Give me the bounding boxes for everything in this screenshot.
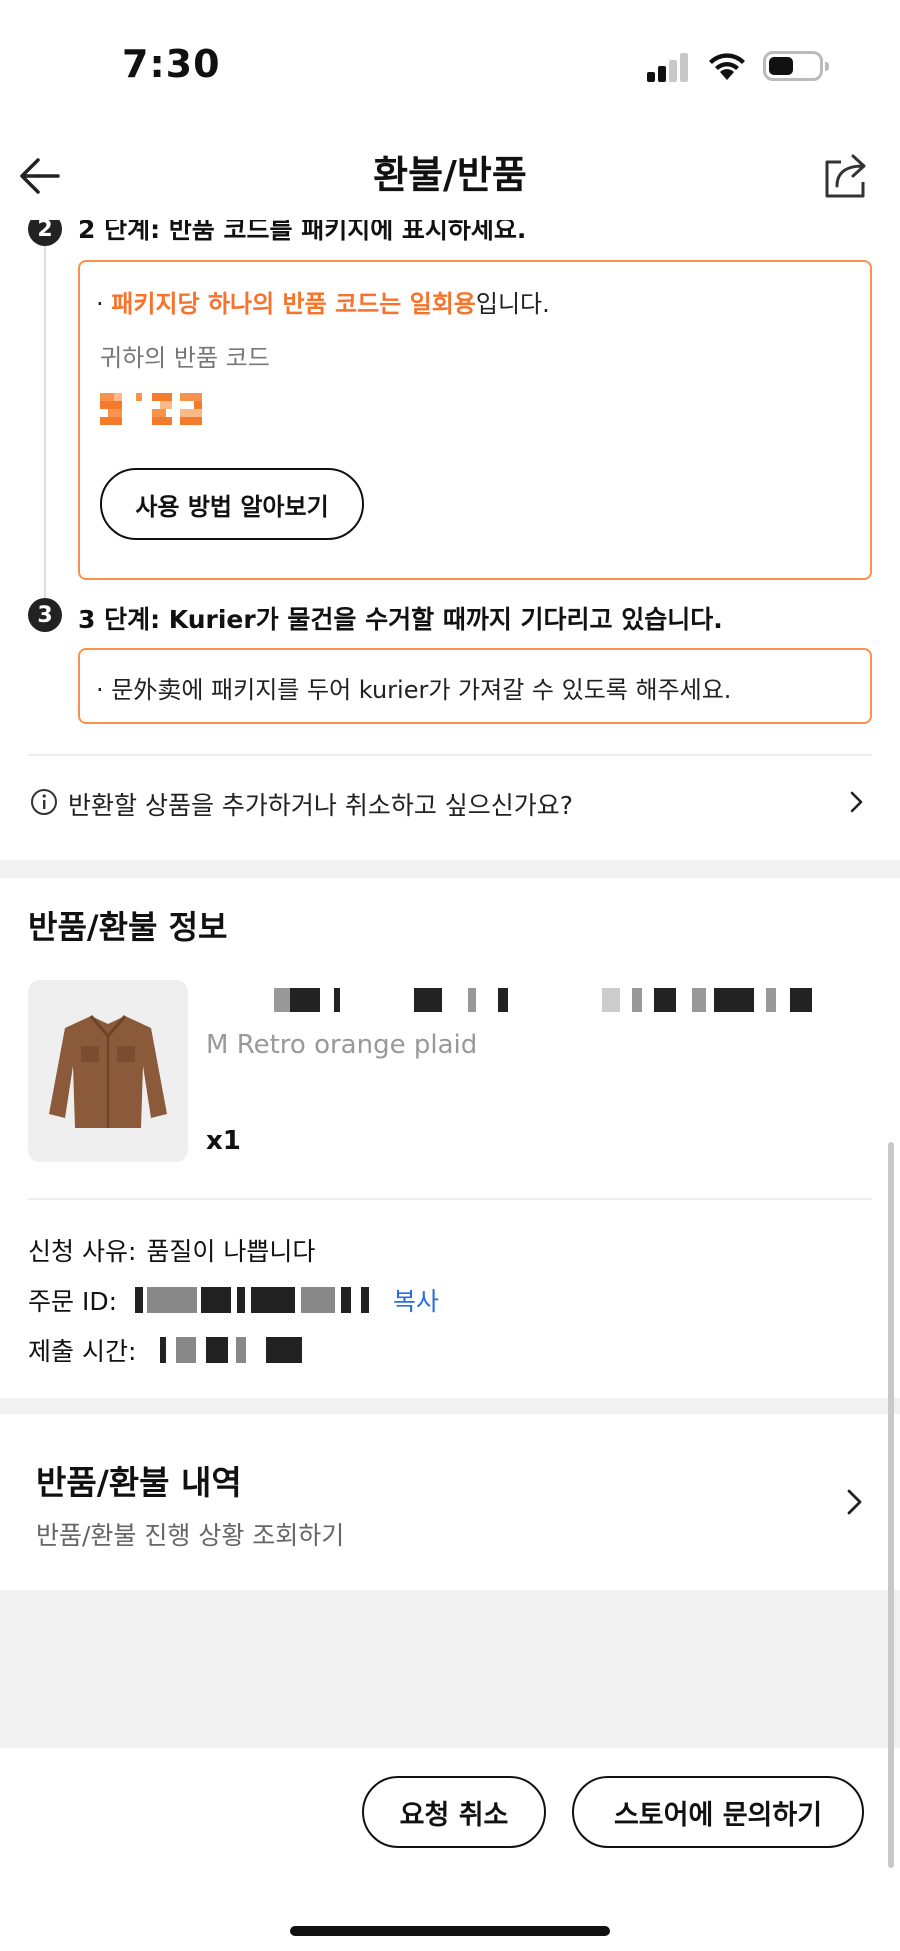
return-info-title: 반품/환불 정보 — [28, 908, 228, 946]
home-indicator — [290, 1926, 610, 1936]
share-button[interactable] — [816, 146, 876, 206]
empty-area — [0, 1590, 900, 1748]
product-title-redacted — [206, 988, 856, 1012]
chevron-right-icon — [847, 1489, 862, 1515]
one-time-code-notice: · 패키지당 하나의 반품 코드는 일회용입니다. — [96, 290, 550, 318]
status-time: 7:30 — [122, 42, 221, 86]
step-3-number: 3 — [28, 598, 62, 632]
refund-history-subtitle: 반품/환불 진행 상황 조회하기 — [36, 1521, 345, 1550]
chevron-right-icon — [850, 791, 863, 813]
how-to-use-button[interactable]: 사용 방법 알아보기 — [100, 468, 364, 540]
reason-row: 신청 사유: 품질이 나쁩니다 — [28, 1232, 315, 1268]
submit-time-label: 제출 시간: — [28, 1337, 137, 1366]
wifi-icon — [709, 53, 745, 80]
battery-icon — [763, 51, 829, 81]
product-quantity: x1 — [206, 1126, 241, 1156]
one-time-code-highlight: 패키지당 하나의 반품 코드는 일회용 — [111, 290, 476, 318]
pickup-instruction: · 문外卖에 패키지를 두어 kurier가 가져갈 수 있도록 해주세요. — [96, 676, 732, 704]
reason-label: 신청 사유: — [28, 1237, 137, 1266]
cellular-signal-icon — [647, 52, 691, 82]
step-3-title: 3 단계: Kurier가 물건을 수거할 때까지 기다리고 있습니다. — [78, 605, 723, 634]
product-image[interactable] — [28, 980, 188, 1162]
header: 환불/반품 — [0, 130, 900, 220]
share-icon — [825, 154, 866, 198]
refund-history-title: 반품/환불 내역 — [36, 1463, 242, 1502]
return-info-section: 반품/환불 정보 M Retro orange plaid x1 신청 사유: … — [0, 878, 900, 1398]
divider — [28, 1198, 872, 1200]
info-icon — [31, 789, 57, 815]
divider — [28, 754, 872, 756]
refund-history-card[interactable]: 반품/환불 내역 반품/환불 진행 상황 조회하기 — [0, 1414, 900, 1590]
product-variant: M Retro orange plaid — [206, 1030, 478, 1060]
cancel-request-button[interactable]: 요청 취소 — [362, 1776, 546, 1848]
shirt-image — [49, 1015, 167, 1128]
return-code-label: 귀하의 반품 코드 — [100, 344, 270, 372]
return-code-value-redacted — [100, 392, 210, 426]
page-title: 환불/반품 — [373, 153, 527, 197]
section-separator — [0, 860, 900, 878]
order-id-redacted — [127, 1287, 377, 1313]
copy-order-id-link[interactable]: 복사 — [393, 1282, 439, 1318]
submit-time-redacted — [146, 1337, 346, 1363]
status-bar: 7:30 — [0, 0, 900, 130]
add-or-cancel-items-row[interactable]: 반환할 상품을 추가하거나 취소하고 싶으신가요? — [0, 770, 900, 836]
order-id-label: 주문 ID: — [28, 1287, 117, 1316]
contact-store-button[interactable]: 스토어에 문의하기 — [572, 1776, 864, 1848]
step-3-box: · 문外卖에 패키지를 두어 kurier가 가져갈 수 있도록 해주세요. — [78, 648, 872, 724]
timeline-line — [44, 210, 46, 605]
add-or-cancel-question: 반환할 상품을 추가하거나 취소하고 싶으신가요? — [68, 791, 574, 820]
section-separator — [0, 1398, 900, 1414]
step-2-box: · 패키지당 하나의 반품 코드는 일회용입니다. 귀하의 반품 코드 사용 방… — [78, 260, 872, 580]
reason-value: 품질이 나쁩니다 — [146, 1237, 316, 1266]
submit-time-row: 제출 시간: — [28, 1332, 346, 1368]
order-id-row: 주문 ID: 복사 — [28, 1282, 439, 1318]
bottom-action-bar: 요청 취소 스토어에 문의하기 — [0, 1748, 900, 1951]
scrollbar[interactable] — [888, 1142, 894, 1868]
